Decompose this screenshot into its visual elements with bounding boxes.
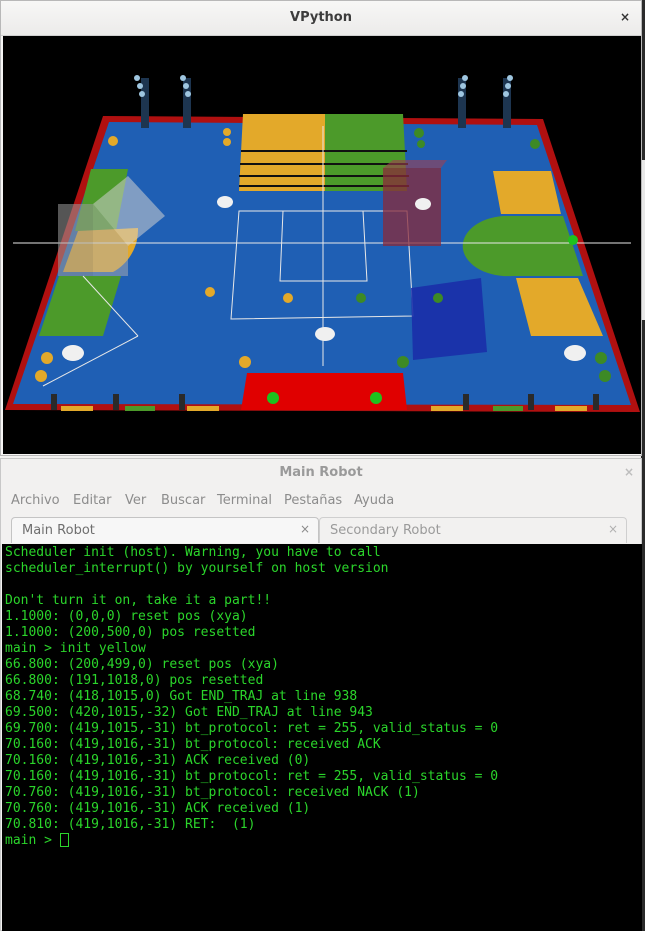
terminal-line: 70.160: (419,1016,-31) bt_protocol: ret … xyxy=(5,769,499,784)
vpython-window: VPython × xyxy=(0,0,642,456)
robot-table-scene xyxy=(5,75,640,412)
terminal-line: 70.810: (419,1016,-31) RET: (1) xyxy=(5,817,256,832)
tab-label: Main Robot xyxy=(22,523,95,538)
terminal-line: 70.160: (419,1016,-31) bt_protocol: rece… xyxy=(5,737,381,752)
terminal-prompt-line[interactable]: main > xyxy=(5,833,69,849)
tab-main-robot[interactable]: Main Robot × xyxy=(11,517,319,543)
blue-translucent-box xyxy=(411,278,487,360)
bottom-red-zone xyxy=(241,373,407,410)
terminal-line: Scheduler init (host). Warning, you have… xyxy=(5,545,381,560)
vpython-close-button[interactable]: × xyxy=(617,9,633,25)
grey-translucent-box xyxy=(58,204,93,276)
menu-buscar[interactable]: Buscar xyxy=(161,493,205,508)
red-translucent-box xyxy=(383,168,441,246)
terminal-line: 66.800: (191,1018,0) pos resetted xyxy=(5,673,264,688)
vpython-3d-canvas[interactable] xyxy=(3,36,641,454)
terminal-line: 68.740: (418,1015,0) Got END_TRAJ at lin… xyxy=(5,689,358,704)
terminal-window: Main Robot × Archivo Editar Ver Buscar T… xyxy=(0,458,642,931)
vpython-title: VPython xyxy=(290,10,352,25)
top-yellow-zone xyxy=(239,114,325,191)
terminal-close-button[interactable]: × xyxy=(621,464,637,480)
terminal-line: main > init yellow xyxy=(5,641,146,656)
right-yellow-zone-top xyxy=(493,171,561,214)
tab-secondary-robot[interactable]: Secondary Robot × xyxy=(319,517,627,543)
menu-pestanas[interactable]: Pestañas xyxy=(284,493,342,508)
menu-ayuda[interactable]: Ayuda xyxy=(354,493,394,508)
tab-close-icon[interactable]: × xyxy=(608,522,618,536)
terminal-line: scheduler_interrupt() by yourself on hos… xyxy=(5,561,389,576)
menu-terminal[interactable]: Terminal xyxy=(217,493,272,508)
terminal-line: Don't turn it on, take it a part!! xyxy=(5,593,272,608)
prompt-text: main > xyxy=(5,833,60,848)
right-green-zone xyxy=(462,216,583,277)
terminal-line: 70.760: (419,1016,-31) bt_protocol: rece… xyxy=(5,785,420,800)
tab-label: Secondary Robot xyxy=(330,523,441,538)
terminal-line: 70.760: (419,1016,-31) ACK received (1) xyxy=(5,801,311,816)
text-cursor xyxy=(59,833,69,847)
menu-editar[interactable]: Editar xyxy=(73,493,112,508)
terminal-title: Main Robot xyxy=(279,465,363,480)
terminal-line: 69.700: (419,1015,-31) bt_protocol: ret … xyxy=(5,721,499,736)
terminal-line: 1.1000: (0,0,0) reset pos (xya) xyxy=(5,609,248,624)
menu-ver[interactable]: Ver xyxy=(125,493,146,508)
terminal-line: 69.500: (420,1015,-32) Got END_TRAJ at l… xyxy=(5,705,373,720)
terminal-line: 66.800: (200,499,0) reset pos (xya) xyxy=(5,657,279,672)
menu-archivo[interactable]: Archivo xyxy=(11,493,60,508)
terminal-line: 70.160: (419,1016,-31) ACK received (0) xyxy=(5,753,311,768)
terminal-titlebar[interactable]: Main Robot × xyxy=(1,459,641,487)
menu-bar: Archivo Editar Ver Buscar Terminal Pesta… xyxy=(1,489,641,513)
tab-close-icon[interactable]: × xyxy=(300,522,310,536)
tab-bar: Main Robot × Secondary Robot × xyxy=(1,517,641,544)
vpython-titlebar[interactable]: VPython × xyxy=(1,1,641,36)
terminal-output[interactable]: Scheduler init (host). Warning, you have… xyxy=(2,544,642,931)
red-box-top xyxy=(383,160,447,168)
terminal-line: 1.1000: (200,500,0) pos resetted xyxy=(5,625,256,640)
